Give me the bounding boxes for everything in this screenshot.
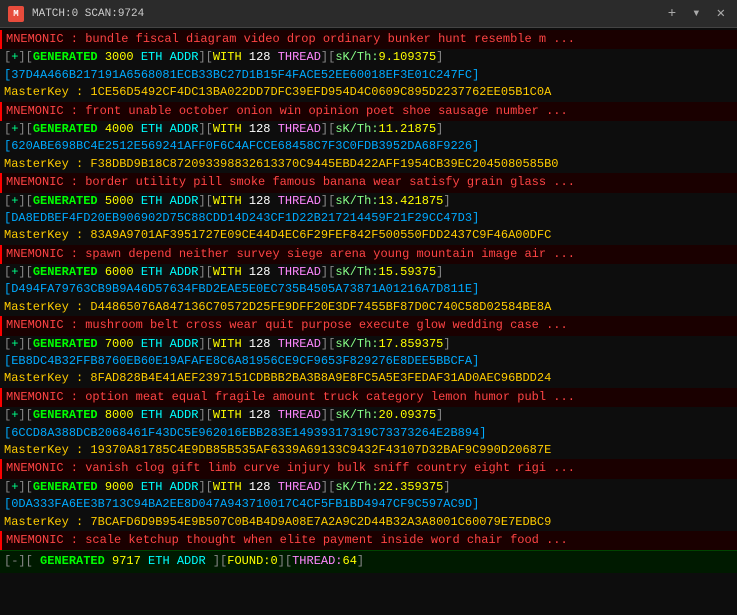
list-item: [620ABE698BC4E2512E569241AFF0F6C4AFCCE68… <box>0 138 737 155</box>
list-item: MNEMONIC : mushroom belt cross wear quit… <box>0 316 737 335</box>
list-item: MNEMONIC : border utility pill smoke fam… <box>0 173 737 192</box>
list-item: MNEMONIC : spawn depend neither survey s… <box>0 245 737 264</box>
list-item: MNEMONIC : front unable october onion wi… <box>0 102 737 121</box>
list-item: [+][GENERATED 8000 ETH ADDR][WITH 128 TH… <box>0 407 737 424</box>
list-item: MNEMONIC : vanish clog gift limb curve i… <box>0 459 737 478</box>
list-item: MasterKey : 7BCAFD6D9B954E9B507C0B4B4D9A… <box>0 514 737 531</box>
list-item: [+][GENERATED 7000 ETH ADDR][WITH 128 TH… <box>0 336 737 353</box>
list-item: [+][GENERATED 5000 ETH ADDR][WITH 128 TH… <box>0 193 737 210</box>
title-text: MATCH:0 SCAN:9724 <box>32 8 656 20</box>
list-item: [+][GENERATED 3000 ETH ADDR][WITH 128 TH… <box>0 49 737 66</box>
list-item: [+][GENERATED 9000 ETH ADDR][WITH 128 TH… <box>0 479 737 496</box>
chevron-button[interactable]: ▾ <box>688 5 704 22</box>
list-item: [D494FA79763CB9B9A46D57634FBD2EAE5E0EC73… <box>0 281 737 298</box>
list-item: MasterKey : 19370A81785C4E9DB85B535AF633… <box>0 442 737 459</box>
title-bar: M MATCH:0 SCAN:9724 + ▾ ✕ <box>0 0 737 28</box>
list-item: MNEMONIC : bundle fiscal diagram video d… <box>0 30 737 49</box>
list-item: MasterKey : 83A9A9701AF3951727E09CE44D4E… <box>0 227 737 244</box>
list-item: MasterKey : 8FAD828B4E41AEF2397151CDBBB2… <box>0 370 737 387</box>
list-item: [6CCD8A388DCB2068461F43DC5E962016EBB283E… <box>0 425 737 442</box>
list-item: [37D4A466B217191A6568081ECB33BC27D1B15F4… <box>0 67 737 84</box>
list-item: [0DA333FA6EE3B713C94BA2EE8D047A943710017… <box>0 496 737 513</box>
content-area: MNEMONIC : bundle fiscal diagram video d… <box>0 28 737 615</box>
list-item: MNEMONIC : scale ketchup thought when el… <box>0 531 737 550</box>
app-icon: M <box>8 6 24 22</box>
list-item: MasterKey : D44865076A847136C70572D25FE9… <box>0 299 737 316</box>
list-item: [-][ GENERATED 9717 ETH ADDR ][FOUND:0][… <box>0 550 737 572</box>
list-item: [DA8EDBEF4FD20EB906902D75C88CDD14D243CF1… <box>0 210 737 227</box>
list-item: [+][GENERATED 6000 ETH ADDR][WITH 128 TH… <box>0 264 737 281</box>
plus-button[interactable]: + <box>664 6 680 22</box>
list-item: [EB8DC4B32FFB8760EB60E19AFAFE8C6A81956CE… <box>0 353 737 370</box>
close-button[interactable]: ✕ <box>713 5 729 22</box>
list-item: MasterKey : F38DBD9B18C87209339883261337… <box>0 156 737 173</box>
list-item: MasterKey : 1CE56D5492CF4DC13BA022DD7DFC… <box>0 84 737 101</box>
list-item: MNEMONIC : option meat equal fragile amo… <box>0 388 737 407</box>
list-item: [+][GENERATED 4000 ETH ADDR][WITH 128 TH… <box>0 121 737 138</box>
